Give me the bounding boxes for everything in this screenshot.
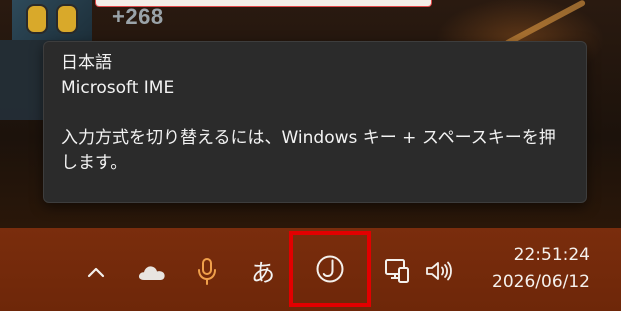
tooltip-spacer [61, 101, 570, 126]
speaker-icon [426, 261, 452, 281]
background-input-bar [95, 0, 432, 7]
network-button[interactable] [380, 254, 412, 288]
paw-shape [26, 4, 48, 34]
tooltip-hint-line1: 入力方式を切り替えるには、Windows キー + スペースキーを押 [61, 128, 556, 148]
clock-time: 22:51:24 [513, 245, 590, 265]
cloud-icon [138, 266, 165, 280]
wallpaper-streak [503, 0, 587, 47]
tooltip-hint-line2: します。 [61, 153, 128, 173]
ime-tooltip: 日本語 Microsoft IME 入力方式を切り替えるには、Windows キ… [43, 41, 587, 203]
ime-mode-button[interactable]: あ [245, 252, 281, 288]
microphone-button[interactable] [192, 254, 222, 290]
system-clock[interactable]: 22:51:24 2026/06/12 [470, 242, 590, 296]
tooltip-language: 日本語 [61, 53, 112, 73]
count-badge: +268 [112, 4, 164, 29]
taskbar: あ 22:51:24 2026/06/12 [0, 228, 621, 311]
network-icon [385, 259, 409, 283]
microphone-icon [198, 258, 216, 285]
ime-pad-button[interactable] [289, 231, 371, 307]
show-hidden-icons-button[interactable] [80, 256, 112, 288]
clock-date: 2026/06/12 [492, 272, 590, 292]
onedrive-button[interactable] [135, 256, 169, 288]
avatar-thumbnail [12, 0, 92, 40]
volume-button[interactable] [422, 254, 456, 288]
chevron-up-icon [87, 267, 105, 278]
tooltip-ime-name: Microsoft IME [61, 78, 175, 98]
ime-pad-icon [316, 255, 344, 283]
paw-shape [56, 4, 78, 34]
